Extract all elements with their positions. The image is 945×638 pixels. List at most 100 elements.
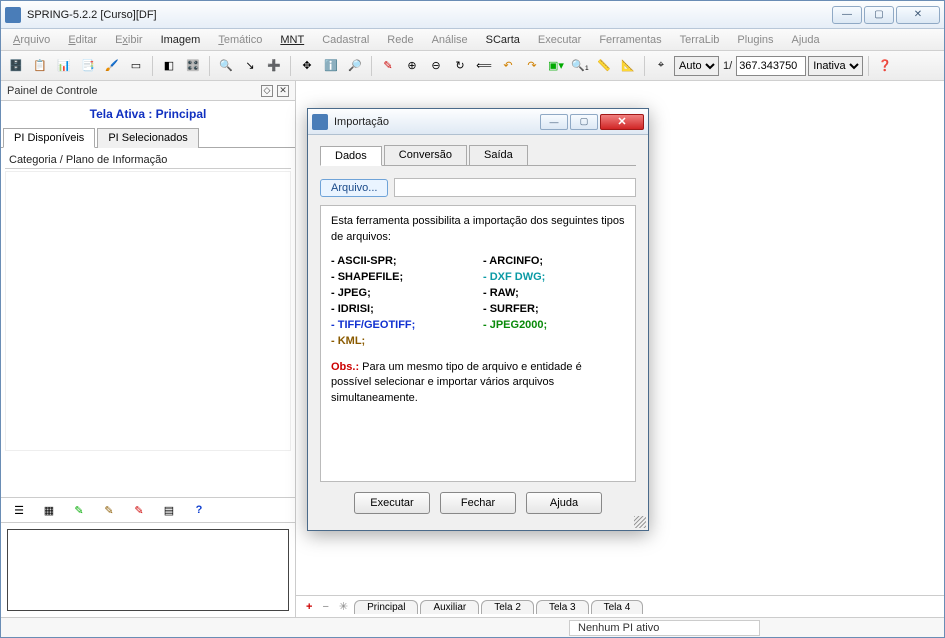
screen-tab-auxiliar[interactable]: Auxiliar	[420, 600, 479, 614]
edit-brown-icon[interactable]: ✎	[101, 502, 117, 518]
dialog-tab-conversao[interactable]: Conversão	[384, 145, 467, 165]
fmt-idrisi: - IDRISI;	[331, 303, 374, 315]
arquivo-input[interactable]	[394, 178, 636, 197]
menu-exibir[interactable]: Exibir	[109, 32, 149, 48]
window-title: SPRING-5.2.2 [Curso][DF]	[27, 9, 832, 21]
status-text: Nenhum PI ativo	[569, 620, 760, 636]
list-icon[interactable]: ☰	[11, 502, 27, 518]
menu-imagem[interactable]: Imagem	[155, 32, 207, 48]
window-icon[interactable]: ▭	[125, 55, 147, 77]
menu-tematico[interactable]: Temático	[212, 32, 268, 48]
auto-select[interactable]: Auto	[674, 56, 719, 76]
info-box: Esta ferramenta possibilita a importação…	[320, 205, 636, 482]
resize-grip-icon[interactable]	[634, 516, 646, 528]
measure-icon[interactable]: 📐	[617, 55, 639, 77]
dialog-minimize-button[interactable]: —	[540, 114, 568, 130]
redo-icon[interactable]: ↷	[521, 55, 543, 77]
info-desc: Esta ferramenta possibilita a importação…	[331, 214, 625, 246]
layers-icon[interactable]: 📑	[77, 55, 99, 77]
dialog-tab-dados[interactable]: Dados	[320, 146, 382, 166]
remove-screen-icon[interactable]: −	[318, 601, 332, 613]
db-icon[interactable]: 🗄️	[5, 55, 27, 77]
close-button[interactable]: ✕	[896, 6, 940, 24]
screen-tab-principal[interactable]: Principal	[354, 600, 418, 614]
menu-terralib[interactable]: TerraLib	[674, 32, 726, 48]
tab-pi-disponiveis[interactable]: PI Disponíveis	[3, 128, 95, 148]
menu-scarta[interactable]: SCarta	[480, 32, 526, 48]
app-icon	[5, 7, 21, 23]
main-window: SPRING-5.2.2 [Curso][DF] — ▢ ✕ AArquivor…	[0, 0, 945, 638]
panel-float-icon[interactable]: ◇	[261, 85, 273, 97]
edit-red-icon[interactable]: ✎	[131, 502, 147, 518]
query-icon[interactable]: 🔎	[344, 55, 366, 77]
dialog-close-button[interactable]: ✕	[600, 114, 644, 130]
dialog-tab-saida[interactable]: Saída	[469, 145, 528, 165]
zoom1-icon[interactable]: 🔍₁	[569, 55, 591, 77]
arquivo-button[interactable]: Arquivo...	[320, 179, 388, 197]
pencil-icon[interactable]: ✎	[377, 55, 399, 77]
grid-icon[interactable]: ▤	[161, 502, 177, 518]
tree-header: Categoria / Plano de Informação	[5, 152, 291, 169]
fmt-arcinfo: - ARCINFO;	[483, 255, 543, 267]
fmt-surfer: - SURFER;	[483, 303, 539, 315]
fmt-dxf: - DXF DWG;	[483, 270, 625, 286]
project-icon[interactable]: 📋	[29, 55, 51, 77]
tree-area[interactable]: Categoria / Plano de Informação	[1, 148, 295, 497]
star-screen-icon[interactable]: ✳	[335, 600, 352, 613]
menu-ferramentas[interactable]: Ferramentas	[593, 32, 667, 48]
refresh-icon[interactable]: ↻	[449, 55, 471, 77]
dialog-title: Importação	[334, 116, 538, 128]
zoomminus-icon[interactable]: ⊖	[425, 55, 447, 77]
panel-icon[interactable]: ◧	[158, 55, 180, 77]
menu-mnt[interactable]: MNT	[274, 32, 310, 48]
fit-icon[interactable]: ▣▾	[545, 55, 567, 77]
fechar-button[interactable]: Fechar	[440, 492, 516, 514]
ajuda-button[interactable]: Ajuda	[526, 492, 602, 514]
toolbar: 🗄️ 📋 📊 📑 🖌️ ▭ ◧ 🎛️ 🔍 ↘ ➕ ✥ ℹ️ 🔎 ✎ ⊕ ⊖ ↻ …	[1, 51, 944, 81]
screen-tab-tela3[interactable]: Tela 3	[536, 600, 589, 614]
minimize-button[interactable]: —	[832, 6, 862, 24]
active-screen-label: Tela Ativa : Principal	[1, 101, 295, 127]
info-icon[interactable]: ℹ️	[320, 55, 342, 77]
brush-icon[interactable]: 🖌️	[101, 55, 123, 77]
menu-rede[interactable]: Rede	[381, 32, 419, 48]
help-icon[interactable]: ❓	[874, 55, 896, 77]
canvas-tabs: + − ✳ Principal Auxiliar Tela 2 Tela 3 T…	[296, 595, 944, 617]
undo-icon[interactable]: ↶	[497, 55, 519, 77]
zoom-icon[interactable]: 🔍	[215, 55, 237, 77]
coords-icon[interactable]: ⌖	[650, 55, 672, 77]
edit-green-icon[interactable]: ✎	[71, 502, 87, 518]
fmt-raw: - RAW;	[483, 287, 519, 299]
screen-tab-tela4[interactable]: Tela 4	[591, 600, 644, 614]
help2-icon[interactable]: ?	[191, 502, 207, 518]
menu-cadastral[interactable]: Cadastral	[316, 32, 375, 48]
add-screen-icon[interactable]: +	[302, 601, 316, 613]
fmt-ascii: - ASCII-SPR;	[331, 255, 397, 267]
ruler-icon[interactable]: 📏	[593, 55, 615, 77]
zoomplus-icon[interactable]: ⊕	[401, 55, 423, 77]
panel-close-icon[interactable]: ✕	[277, 85, 289, 97]
pan-icon[interactable]: ➕	[263, 55, 285, 77]
menu-editar[interactable]: Editar	[62, 32, 103, 48]
tab-pi-selecionados[interactable]: PI Selecionados	[97, 128, 199, 148]
dialog-maximize-button[interactable]: ▢	[570, 114, 598, 130]
table-icon[interactable]: ▦	[41, 502, 57, 518]
fmt-jpeg: - JPEG;	[331, 287, 371, 299]
inativa-select[interactable]: Inativa	[808, 56, 863, 76]
control-icon[interactable]: 🎛️	[182, 55, 204, 77]
menu-plugins[interactable]: Plugins	[731, 32, 779, 48]
menu-executar[interactable]: Executar	[532, 32, 587, 48]
scale-input[interactable]	[736, 56, 806, 76]
back-icon[interactable]: ⟸	[473, 55, 495, 77]
model-icon[interactable]: 📊	[53, 55, 75, 77]
move-icon[interactable]: ✥	[296, 55, 318, 77]
menu-arquivo[interactable]: AArquivorquivo	[7, 32, 56, 48]
menu-analise[interactable]: Análise	[426, 32, 474, 48]
panel-toolbar: ☰ ▦ ✎ ✎ ✎ ▤ ?	[1, 497, 295, 523]
menu-ajuda[interactable]: Ajuda	[786, 32, 826, 48]
zoomout-icon[interactable]: ↘	[239, 55, 261, 77]
executar-button[interactable]: Executar	[354, 492, 430, 514]
screen-tab-tela2[interactable]: Tela 2	[481, 600, 534, 614]
maximize-button[interactable]: ▢	[864, 6, 894, 24]
panel-title: Painel de Controle	[7, 85, 98, 97]
